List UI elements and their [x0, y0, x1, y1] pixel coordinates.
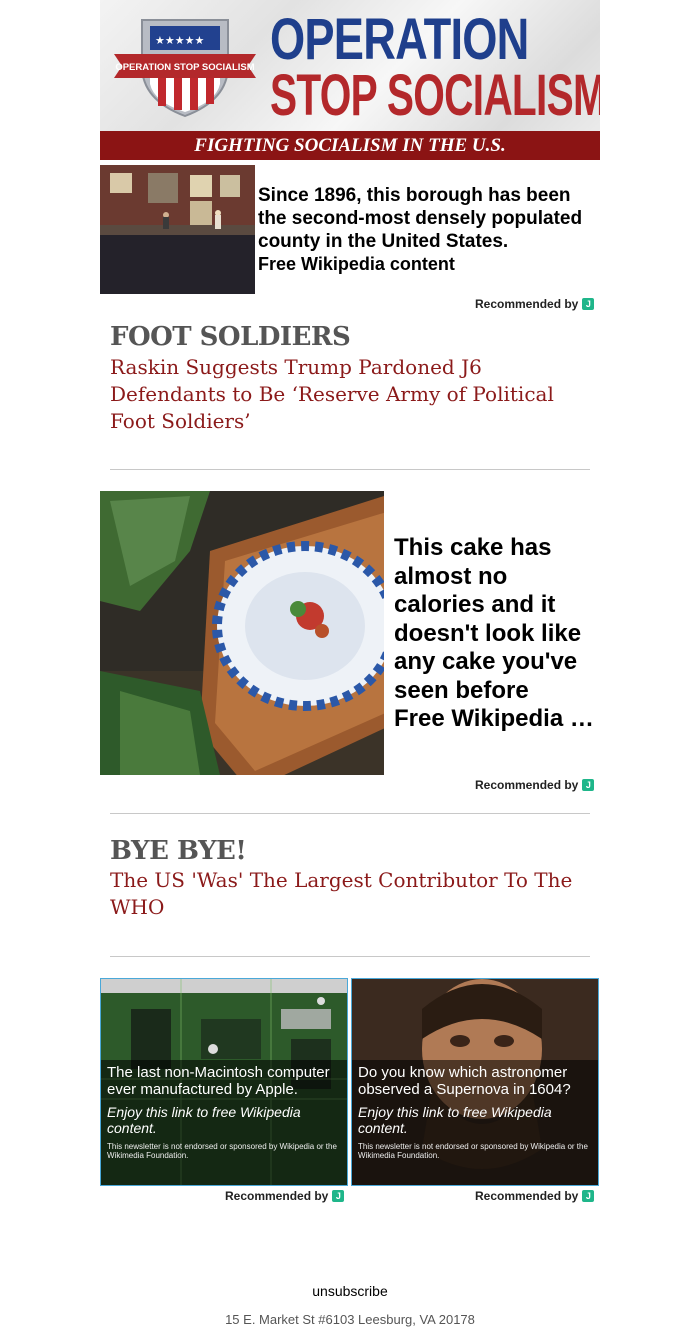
ad2-text: This cake has almost no calories and it … [394, 534, 582, 704]
jeeng-logo-icon: J [582, 779, 595, 791]
divider [110, 813, 590, 814]
shield-logo-icon: ★★★★★ OPERATION STOP SOCIALISM [114, 19, 256, 118]
card-2[interactable]: Do you know which astronomer observed a … [351, 978, 599, 1186]
card-1[interactable]: The last non-Macintosh computer ever man… [100, 978, 348, 1186]
recommended-label: Recommended by [475, 778, 579, 792]
shield-text: OPERATION STOP SOCIALISM [115, 62, 254, 73]
recommended-by-3[interactable]: Recommended by J [225, 1189, 345, 1203]
jeeng-logo-icon: J [582, 1190, 595, 1202]
divider [110, 469, 590, 470]
jeeng-logo-icon: J [582, 298, 595, 310]
card-2-title: Do you know which astronomer observed a … [358, 1064, 571, 1098]
mailing-address: 15 E. Market St #6103 Leesburg, VA 20178 [225, 1312, 475, 1327]
card-1-title: The last non-Macintosh computer ever man… [107, 1064, 330, 1098]
ad1-text: Since 1896, this borough has been the se… [258, 185, 583, 252]
card-1-note: This newsletter is not endorsed or spons… [107, 1142, 337, 1160]
ad2-source: Free Wikipedia content [394, 705, 600, 732]
ad2-link[interactable]: This cake has almost no calories and it … [394, 534, 600, 734]
brand-title-line2: STOP SOCIALISM [270, 63, 600, 128]
article1-headline[interactable]: Raskin Suggests Trump Pardoned J6 Defend… [110, 354, 590, 435]
recommended-label: Recommended by [475, 1189, 579, 1203]
recommended-by-1[interactable]: Recommended by J [475, 297, 595, 311]
recommended-label: Recommended by [225, 1189, 329, 1203]
card-2-caption: Do you know which astronomer observed a … [352, 1060, 598, 1185]
jeeng-logo-icon: J [332, 1190, 345, 1202]
tagline: FIGHTING SOCIALISM IN THE U.S. [100, 131, 600, 160]
recommended-by-2[interactable]: Recommended by J [475, 778, 595, 792]
card-2-note: This newsletter is not endorsed or spons… [358, 1142, 588, 1160]
card-2-sub: Enjoy this link to free Wikipedia conten… [358, 1104, 552, 1136]
svg-text:★★★★★: ★★★★★ [155, 34, 204, 47]
unsubscribe-link[interactable]: unsubscribe [0, 1283, 700, 1299]
ad1-source: Free Wikipedia content [258, 254, 455, 274]
header-banner[interactable]: ★★★★★ OPERATION STOP SOCIALISM OPERATION… [100, 0, 600, 160]
ad2-thumbnail[interactable] [100, 491, 384, 775]
article1-kicker: FOOT SOLDIERS [110, 322, 351, 352]
recommended-by-4[interactable]: Recommended by J [475, 1189, 595, 1203]
ad1-thumbnail[interactable] [100, 165, 255, 294]
card-1-caption: The last non-Macintosh computer ever man… [101, 1060, 347, 1185]
card-1-sub: Enjoy this link to free Wikipedia conten… [107, 1104, 301, 1136]
article2-kicker: BYE BYE! [110, 836, 247, 866]
article2-headline[interactable]: The US 'Was' The Largest Contributor To … [110, 867, 590, 921]
ad1-link[interactable]: Since 1896, this borough has been the se… [258, 184, 598, 276]
divider [110, 956, 590, 957]
recommended-label: Recommended by [475, 297, 579, 311]
